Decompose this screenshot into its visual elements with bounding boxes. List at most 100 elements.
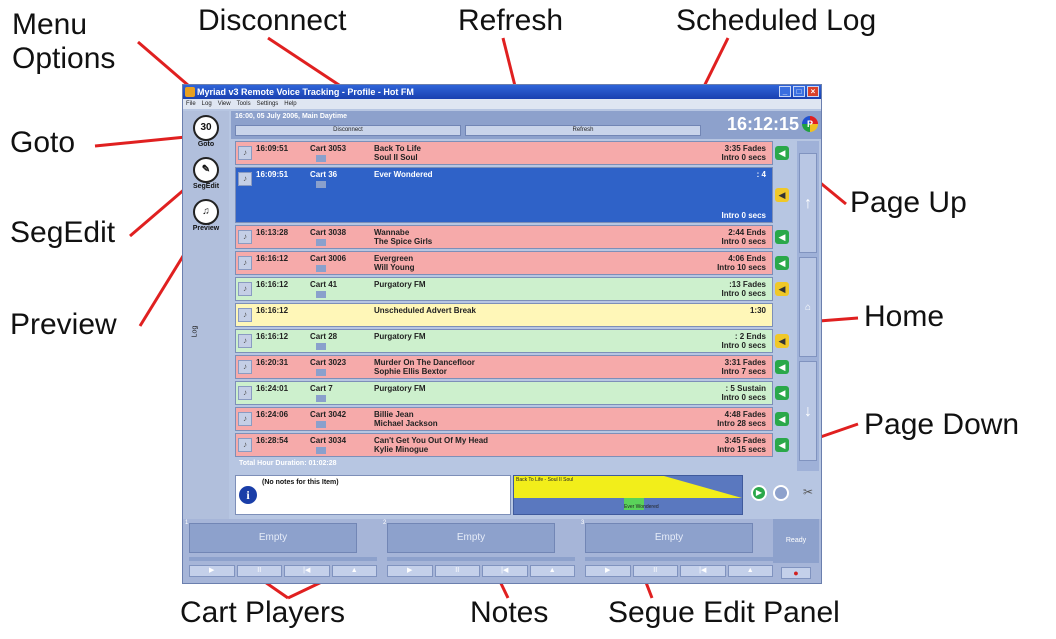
log-cart: Cart 7 xyxy=(310,384,333,393)
cart-player-progress xyxy=(585,557,773,561)
cart-badge-icon xyxy=(316,395,326,402)
segue-play-button[interactable]: ▶ xyxy=(751,485,767,501)
sound-icon[interactable]: ◀ xyxy=(775,334,789,348)
eject-button[interactable]: ▲ xyxy=(727,565,773,577)
callout-page-down: Page Down xyxy=(864,408,1020,441)
cart-player-2[interactable]: 2 Empty ▶ II |◀ ▲ xyxy=(381,519,577,583)
preview-button[interactable]: ♫ Preview xyxy=(191,199,221,232)
segedit-button[interactable]: ✎ SegEdit xyxy=(191,157,221,190)
play-button[interactable]: ▶ xyxy=(189,565,235,577)
refresh-button[interactable]: Refresh xyxy=(465,125,701,136)
segue-next-label: Ever Wondered xyxy=(624,504,659,510)
app-icon xyxy=(185,87,195,97)
log-cart: Cart 3023 xyxy=(310,358,347,367)
log-row[interactable]: ♪ 16:16:12 Unscheduled Advert Break 1:30 xyxy=(235,303,773,327)
eject-button[interactable]: ▲ xyxy=(529,565,575,577)
preview-label: Preview xyxy=(192,225,220,232)
log-row[interactable]: ♪ 16:16:12 Cart 41 Purgatory FM:13 Fades Int… xyxy=(235,277,773,301)
menu-tools[interactable]: Tools xyxy=(234,99,254,109)
page-up-button[interactable]: ↑ xyxy=(799,153,817,253)
segue-stop-button[interactable] xyxy=(773,485,789,501)
cart-badge-icon xyxy=(316,265,326,272)
menu-settings[interactable]: Settings xyxy=(254,99,282,109)
menu-help[interactable]: Help xyxy=(281,99,299,109)
log-row[interactable]: ♪ 16:09:51 Cart 36 Ever Wondered: 4 Intro 0 … xyxy=(235,167,773,223)
rewind-button[interactable]: |◀ xyxy=(284,565,330,577)
play-status-icon[interactable]: ◀ xyxy=(775,386,789,400)
play-status-icon[interactable]: ◀ xyxy=(775,256,789,270)
log-time: 16:24:06 xyxy=(256,410,289,419)
log-tab[interactable]: Log xyxy=(191,326,198,338)
play-button[interactable]: ▶ xyxy=(387,565,433,577)
log-row[interactable]: ♪ 16:24:06 Cart 3042 Billie Jean Michael Jac… xyxy=(235,407,773,431)
pause-button[interactable]: II xyxy=(236,565,282,577)
info-icon: i xyxy=(239,486,257,504)
sound-icon[interactable]: ◀ xyxy=(775,282,789,296)
record-button[interactable]: ● xyxy=(781,567,811,579)
log-row[interactable]: ♪ 16:09:51 Cart 3053 Back To Life Soul II So… xyxy=(235,141,773,165)
log-title: Purgatory FM xyxy=(374,280,426,289)
log-row[interactable]: ♪ 16:24:01 Cart 7 Purgatory FM: 5 Sustain In… xyxy=(235,381,773,405)
disconnect-button[interactable]: Disconnect xyxy=(235,125,461,136)
log-row[interactable]: ♪ 16:16:12 Cart 28 Purgatory FM: 2 Ends Intr… xyxy=(235,329,773,353)
sound-icon[interactable]: ◀ xyxy=(775,188,789,202)
log-time: 16:28:54 xyxy=(256,436,289,445)
log-duration: 3:31 Fades xyxy=(724,358,766,367)
log-row[interactable]: ♪ 16:16:12 Cart 3006 Evergreen Will Young 4:0… xyxy=(235,251,773,275)
menu-file[interactable]: File xyxy=(183,99,199,109)
menu-log[interactable]: Log xyxy=(199,99,215,109)
play-button[interactable]: ▶ xyxy=(585,565,631,577)
play-status-icon[interactable]: ◀ xyxy=(775,360,789,374)
log-time: 16:09:51 xyxy=(256,170,289,179)
log-artist: The Spice Girls xyxy=(374,237,433,246)
home-button[interactable]: ⌂ xyxy=(799,257,817,357)
log-time: 16:16:12 xyxy=(256,306,289,315)
item-type-icon: ♪ xyxy=(238,386,252,400)
play-status-icon[interactable]: ◀ xyxy=(775,412,789,426)
log-row[interactable]: ♪ 16:20:31 Cart 3023 Murder On The Danceflo… xyxy=(235,355,773,379)
log-intro: Intro 10 secs xyxy=(717,263,766,272)
rewind-button[interactable]: |◀ xyxy=(680,565,726,577)
play-status-icon[interactable]: ◀ xyxy=(775,146,789,160)
log-row[interactable]: ♪ 16:28:54 Cart 3034 Can't Get You Out Of M… xyxy=(235,433,773,457)
log-cart: Cart 28 xyxy=(310,332,338,341)
callout-segue-edit-panel: Segue Edit Panel xyxy=(608,596,840,629)
goto-icon: 30 xyxy=(193,115,219,141)
close-button[interactable]: × xyxy=(807,86,819,97)
cart-players: 1 Empty ▶ II |◀ ▲ 2 Empty ▶ II |◀ ▲ 3 Empty ▶ I… xyxy=(183,519,821,583)
callout-page-up: Page Up xyxy=(850,186,967,219)
cart-player-display: Empty xyxy=(585,523,753,553)
play-status-icon[interactable]: ◀ xyxy=(775,230,789,244)
goto-button[interactable]: 30 Goto xyxy=(191,115,221,148)
rewind-button[interactable]: |◀ xyxy=(482,565,528,577)
p-logo-icon: P xyxy=(802,116,818,132)
log-title: Can't Get You Out Of My Head xyxy=(374,436,489,445)
log-title: Wannabe xyxy=(374,228,410,237)
cart-badge-icon xyxy=(316,421,326,428)
maximize-button[interactable]: □ xyxy=(793,86,805,97)
log-time: 16:16:12 xyxy=(256,280,289,289)
page-down-button[interactable]: ↓ xyxy=(799,361,817,461)
cart-player-number: 2 xyxy=(383,520,387,526)
cart-player-1[interactable]: 1 Empty ▶ II |◀ ▲ xyxy=(183,519,379,583)
segue-edit-panel[interactable]: Back To Life - Soul II Soul Ever Wondere… xyxy=(513,475,743,515)
log-title: Ever Wondered xyxy=(374,170,433,179)
pause-button[interactable]: II xyxy=(434,565,480,577)
cart-badge-icon xyxy=(316,181,326,188)
log-time: 16:13:28 xyxy=(256,228,289,237)
play-status-icon[interactable]: ◀ xyxy=(775,438,789,452)
notes-panel[interactable]: i (No notes for this Item) xyxy=(235,475,511,515)
eject-button[interactable]: ▲ xyxy=(331,565,377,577)
cart-badge-icon xyxy=(316,239,326,246)
cart-player-3[interactable]: 3 Empty ▶ II |◀ ▲ xyxy=(579,519,775,583)
log-row[interactable]: ♪ 16:13:28 Cart 3038 Wannabe The Spice Girls… xyxy=(235,225,773,249)
callout-disconnect: Disconnect xyxy=(198,4,347,37)
log-cart: Cart 3053 xyxy=(310,144,347,153)
tools-icon[interactable]: ✂ xyxy=(799,485,817,507)
log-intro: Intro 0 secs xyxy=(721,341,766,350)
cart-badge-icon xyxy=(316,291,326,298)
menu-view[interactable]: View xyxy=(215,99,234,109)
minimize-button[interactable]: _ xyxy=(779,86,791,97)
pause-button[interactable]: II xyxy=(632,565,678,577)
callout-menu-line2: Options xyxy=(12,42,116,75)
